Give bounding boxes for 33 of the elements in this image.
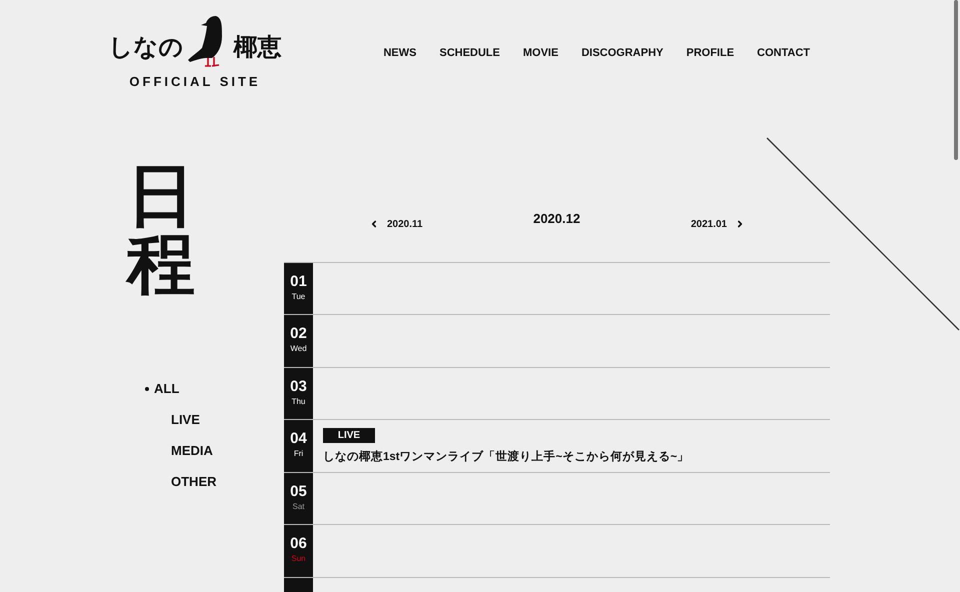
nav-link[interactable]: DISCOGRAPHY [581,45,664,62]
weekday-label: Tue [292,290,306,302]
scrollbar-thumb[interactable] [954,0,958,160]
page-title: 日程 [127,162,195,298]
day-number: 05 [290,482,307,501]
chevron-left-icon [369,219,379,229]
filter-link[interactable]: LIVE [145,410,200,430]
day-number: 06 [290,535,307,554]
nav-link[interactable]: SCHEDULE [439,45,500,62]
weekday-label: Thu [292,396,306,408]
logo-subtitle: OFFICIAL SITE [129,73,261,91]
nav-link[interactable]: MOVIE [523,45,558,62]
next-month-link[interactable]: 2021.01 [690,216,745,232]
weekday-label: Sun [291,553,306,566]
event-title[interactable]: しなの椰恵1stワンマンライブ「世渡り上手~そこから何が見える~」 [323,449,690,467]
day-number: 02 [290,325,307,344]
day-number: 04 [290,430,307,448]
current-month: 2020.12 [533,210,580,228]
logo-name[interactable]: 椰恵 [234,36,282,60]
filter-link[interactable]: MEDIA [145,440,213,460]
nav-link[interactable]: PROFILE [686,45,734,62]
weekday-label: Wed [290,343,307,356]
nav-link[interactable]: CONTACT [757,45,810,62]
filter-link[interactable]: OTHER [145,472,216,492]
prev-month-link[interactable]: 2020.11 [369,216,423,232]
filter-link[interactable]: ALL [145,378,180,398]
day-number: 01 [290,272,307,290]
nav-link[interactable]: NEWS [383,45,416,62]
logo-name[interactable]: しなの [108,36,184,60]
event-tag: LIVE [323,428,375,444]
day-number: 03 [290,378,307,396]
weekday-label: Sat [292,500,304,513]
weekday-label: Fri [294,448,304,460]
